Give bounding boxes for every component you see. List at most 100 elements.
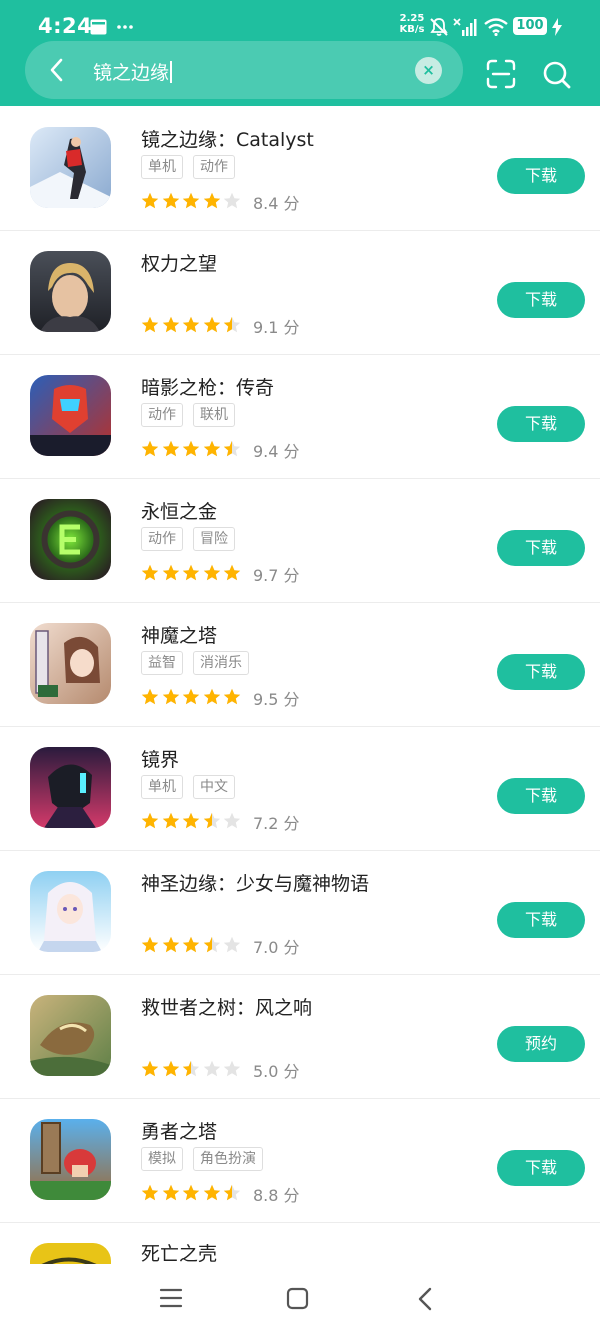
text-caret [170, 61, 172, 83]
star-filled-icon [141, 1184, 159, 1201]
app-name: 勇者之塔 [141, 1121, 218, 1143]
star-filled-icon [182, 564, 200, 581]
reserve-button[interactable]: 预约 [497, 1026, 585, 1062]
app-name: 神圣边缘：少女与魔神物语 [141, 873, 370, 895]
app-tag: 联机 [193, 403, 235, 427]
app-score: 8.8 分 [253, 1186, 300, 1205]
star-filled-icon [141, 564, 159, 581]
email-icon [90, 19, 107, 35]
app-name: 暗影之枪：传奇 [141, 377, 275, 399]
star-empty-icon [223, 1060, 241, 1077]
star-empty-icon [223, 812, 241, 829]
app-tag: 动作 [141, 527, 183, 551]
star-filled-icon [162, 1060, 179, 1077]
list-item[interactable]: 暗影之枪：传奇 动作 联机 9.4 分 下载 [0, 354, 600, 479]
list-item[interactable]: 镜界 单机 中文 7.2 分 下载 [0, 726, 600, 851]
star-filled-icon [141, 440, 159, 457]
app-name: 镜之边缘：Catalyst [141, 129, 314, 151]
back-arrow-icon[interactable] [44, 55, 70, 85]
download-button[interactable]: 下载 [497, 406, 585, 442]
download-button[interactable]: 下载 [497, 654, 585, 690]
list-item[interactable]: 救世者之树：风之响 5.0 分 预约 [0, 974, 600, 1099]
app-icon-brave-tower [30, 1119, 111, 1200]
app-score: 9.7 分 [253, 566, 300, 585]
wifi-icon [484, 18, 508, 36]
app-icon-quanli-zhiwang [30, 251, 111, 332]
download-button[interactable]: 下载 [497, 902, 585, 938]
star-filled-icon [141, 936, 159, 953]
status-bar: 4:24 2.25 KB/s 100 [0, 0, 600, 44]
net-speed: 2.25 KB/s [398, 13, 426, 35]
star-filled-icon [203, 316, 220, 333]
more-dots-icon [117, 25, 133, 29]
star-filled-icon [182, 936, 200, 953]
app-score: 9.4 分 [253, 442, 300, 461]
download-button[interactable]: 下载 [497, 158, 585, 194]
download-button[interactable]: 下载 [497, 530, 585, 566]
list-item[interactable]: 永恒之金 动作 冒险 9.7 分 下载 [0, 478, 600, 603]
charging-icon [552, 18, 562, 36]
star-filled-icon [182, 1184, 200, 1201]
download-button[interactable]: 下载 [497, 1150, 585, 1186]
star-filled-icon [223, 564, 241, 581]
star-filled-icon [182, 316, 200, 333]
star-filled-icon [162, 564, 179, 581]
list-item[interactable]: 权力之望 9.1 分 下载 [0, 230, 600, 355]
star-filled-icon [162, 192, 179, 209]
app-score: 5.0 分 [253, 1062, 300, 1081]
list-item[interactable]: 勇者之塔 模拟 角色扮演 8.8 分 下载 [0, 1098, 600, 1223]
star-empty-icon [223, 936, 241, 953]
app-tag: 中文 [193, 775, 235, 799]
star-empty-icon [223, 192, 241, 209]
search-box[interactable] [25, 41, 463, 99]
app-icon-mirrors-edge [30, 127, 111, 208]
search-icon[interactable] [542, 60, 572, 90]
star-filled-icon [162, 688, 179, 705]
star-filled-icon [141, 1060, 159, 1077]
app-icon-tower-of-saviors [30, 623, 111, 704]
star-filled-icon [162, 316, 179, 333]
list-item[interactable]: 神圣边缘：少女与魔神物语 7.0 分 下载 [0, 850, 600, 975]
star-filled-icon [162, 440, 179, 457]
list-item[interactable]: 神魔之塔 益智 消消乐 9.5 分 下载 [0, 602, 600, 727]
app-tags: 模拟 角色扮演 [141, 1147, 273, 1171]
app-icon-shadowgun-legends [30, 375, 111, 456]
app-tag: 益智 [141, 651, 183, 675]
app-icon-savior-tree [30, 995, 111, 1076]
home-icon[interactable] [286, 1287, 309, 1310]
status-time: 4:24 [38, 14, 93, 38]
star-filled-icon [141, 192, 159, 209]
list-item[interactable]: 死亡之壳 [0, 1222, 600, 1264]
app-icon-jingjie [30, 747, 111, 828]
search-input[interactable]: 镜之边缘 [93, 58, 172, 85]
no-signal-icon [453, 18, 477, 36]
star-filled-icon [203, 688, 220, 705]
app-score: 7.0 分 [253, 938, 300, 957]
scan-icon[interactable] [486, 59, 516, 89]
app-tag: 单机 [141, 155, 183, 179]
star-filled-icon [182, 688, 200, 705]
app-tags: 单机 动作 [141, 155, 245, 179]
clear-icon[interactable]: × [415, 57, 442, 84]
app-tag: 单机 [141, 775, 183, 799]
app-name: 永恒之金 [141, 501, 218, 523]
star-filled-icon [162, 812, 179, 829]
download-button[interactable]: 下载 [497, 282, 585, 318]
battery-indicator: 100 [513, 17, 547, 35]
star-filled-icon [203, 1184, 220, 1201]
star-filled-icon [182, 440, 200, 457]
system-nav-bar [0, 1264, 600, 1333]
menu-icon[interactable] [159, 1287, 183, 1309]
star-half-icon [223, 440, 241, 457]
app-tag: 动作 [193, 155, 235, 179]
app-tag: 动作 [141, 403, 183, 427]
star-filled-icon [162, 1184, 179, 1201]
star-filled-icon [162, 936, 179, 953]
list-item[interactable]: 镜之边缘：Catalyst 单机 动作 8.4 分 下载 [0, 106, 600, 231]
header-bar: 4:24 2.25 KB/s 100 镜之边缘 × [0, 0, 600, 106]
app-tags: 单机 中文 [141, 775, 245, 799]
app-tags: 动作 联机 [141, 403, 245, 427]
download-button[interactable]: 下载 [497, 778, 585, 814]
back-icon[interactable] [416, 1286, 434, 1312]
star-half-icon [223, 1184, 241, 1201]
